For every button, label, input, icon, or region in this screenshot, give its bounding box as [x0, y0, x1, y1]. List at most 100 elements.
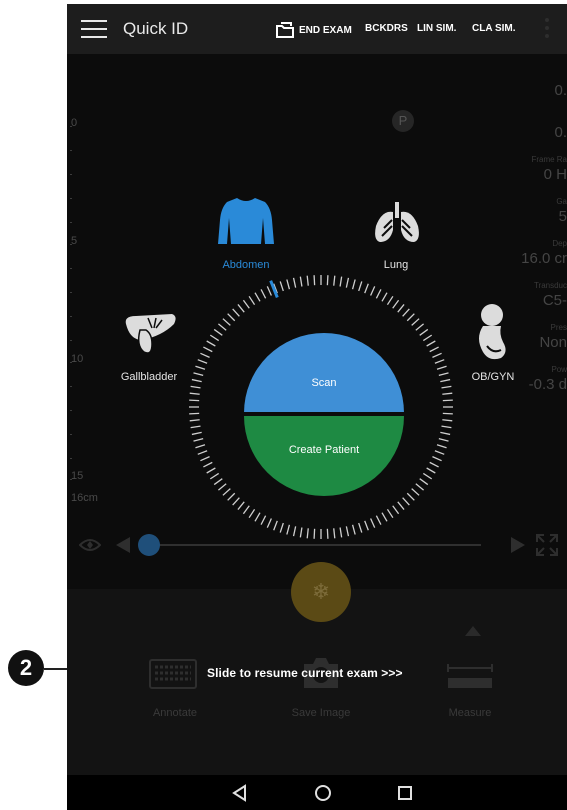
lin-sim-button[interactable]: LIN SIM.	[417, 23, 456, 34]
dial-tick	[406, 492, 415, 501]
dial-tick	[392, 505, 400, 515]
dial-tick	[392, 299, 400, 309]
depth-tick	[70, 198, 72, 199]
dial-tick	[326, 275, 329, 286]
dial-tick	[227, 492, 236, 501]
dial-tick	[358, 281, 363, 292]
dial-tick	[386, 295, 394, 306]
dial-tick	[397, 304, 405, 313]
depth-tick	[70, 410, 72, 411]
dial-tick	[306, 275, 309, 286]
dial-tick	[432, 352, 442, 358]
slide-to-resume-exam[interactable]: Slide to resume current exam >>>	[207, 666, 403, 680]
end-exam-button[interactable]: END EXAM	[275, 22, 352, 38]
dial-tick	[419, 478, 429, 486]
end-exam-label: END EXAM	[299, 24, 352, 36]
dial-tick	[200, 456, 210, 462]
param-value: C5-	[542, 292, 567, 309]
dial-tick	[200, 352, 210, 358]
dial-tick	[434, 359, 445, 364]
recents-icon[interactable]	[394, 783, 416, 803]
depth-tick	[70, 222, 72, 223]
dial-tick	[426, 467, 436, 474]
depth-tick	[70, 150, 72, 151]
more-options-icon[interactable]	[545, 18, 549, 40]
dial-tick	[213, 478, 223, 486]
param-value: Non	[539, 334, 567, 351]
dial-tick	[248, 508, 256, 519]
dial-tick	[440, 378, 451, 383]
dial-tick	[266, 286, 272, 296]
fullscreen-icon[interactable]	[536, 534, 558, 556]
dial-tick	[434, 450, 445, 455]
save-image-button[interactable]: Save Image	[271, 707, 371, 719]
chevron-up-icon[interactable]	[465, 626, 481, 636]
dial-tick	[260, 515, 267, 525]
dial-tick	[422, 472, 433, 480]
dial-tick	[222, 318, 231, 326]
dial-tick	[242, 299, 250, 309]
depth-tick-label: 15	[71, 470, 84, 482]
abdomen-preset[interactable]	[217, 196, 275, 251]
dial-tick	[438, 437, 449, 442]
dial-tick	[237, 304, 245, 313]
system-nav-bar	[67, 775, 567, 810]
cla-sim-button[interactable]: CLA SIM.	[472, 23, 516, 34]
frame-slider-track[interactable]	[151, 544, 481, 546]
param-label: Ga	[556, 197, 567, 206]
back-icon[interactable]	[229, 783, 251, 803]
lung-preset[interactable]	[372, 200, 422, 249]
frame-slider-handle[interactable]	[138, 534, 160, 556]
gallbladder-preset[interactable]	[122, 312, 178, 363]
measure-button[interactable]: Measure	[420, 707, 520, 719]
depth-tick-label: 5	[71, 235, 78, 247]
dial-tick	[422, 334, 433, 342]
dial-tick	[442, 419, 453, 422]
depth-tick	[70, 386, 72, 387]
dial-tick	[364, 520, 369, 531]
dial-tick	[222, 488, 231, 496]
bckdrs-button[interactable]: BCKDRS	[365, 23, 408, 34]
keyboard-icon[interactable]	[149, 659, 197, 689]
dial-tick	[351, 279, 356, 290]
dial-tick	[415, 323, 424, 331]
dial-tick	[370, 286, 376, 296]
dial-tick	[232, 497, 240, 506]
dial-tick	[345, 277, 350, 288]
dial-tick	[436, 444, 447, 449]
dial-tick	[426, 340, 436, 347]
lungs-icon	[375, 202, 419, 242]
dial-tick	[440, 431, 451, 436]
depth-tick	[70, 174, 72, 175]
dial-tick	[370, 518, 376, 528]
dial-tick	[429, 346, 439, 353]
depth-tick	[70, 268, 72, 269]
dial-tick	[386, 508, 394, 519]
torso-icon	[218, 198, 274, 244]
dial-tick	[286, 279, 291, 290]
depth-tick	[70, 292, 72, 293]
obgyn-preset[interactable]	[473, 302, 511, 369]
dial-tick	[397, 501, 405, 510]
dial-tick	[402, 497, 410, 506]
ruler-icon[interactable]	[447, 660, 493, 690]
hamburger-menu-icon[interactable]	[81, 18, 107, 40]
annotate-button[interactable]: Annotate	[125, 707, 225, 719]
dial-tick	[279, 281, 284, 292]
top-bar: Quick ID END EXAM BCKDRS LIN SIM. CLA SI…	[67, 4, 567, 54]
play-forward-icon[interactable]	[511, 537, 525, 553]
dial-tick	[436, 365, 447, 370]
play-back-icon[interactable]	[116, 537, 130, 553]
depth-tick	[70, 434, 72, 435]
depth-tick-label: 0	[71, 117, 78, 129]
dial-tick	[441, 425, 452, 429]
depth-tick	[70, 316, 72, 317]
freeze-button[interactable]: ❄	[291, 562, 351, 622]
param-label: Pow	[551, 365, 567, 374]
eye-icon[interactable]	[79, 537, 101, 553]
dial-tick	[206, 340, 216, 347]
app-title: Quick ID	[123, 19, 189, 38]
dial-tick	[190, 425, 201, 429]
home-icon[interactable]	[312, 783, 334, 803]
dial-tick	[189, 419, 200, 422]
